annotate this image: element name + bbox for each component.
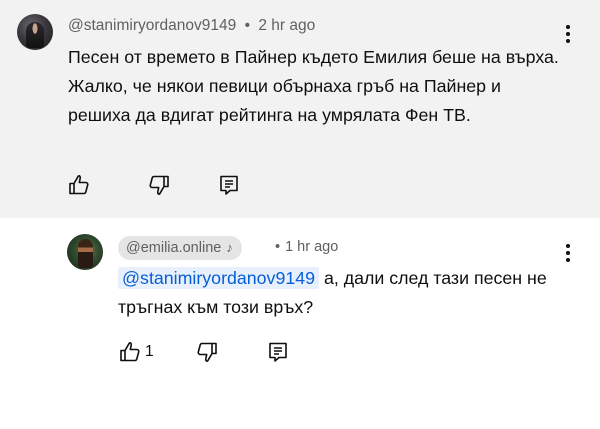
avatar[interactable] (67, 234, 103, 270)
author-handle: @emilia.online (126, 240, 222, 256)
comment-timestamp[interactable]: 2 hr ago (258, 17, 315, 34)
comment-text: @stanimiryordanov9149 а, дали след тази … (118, 264, 558, 322)
highlighted-comment: @stanimiryordanov9149 • 2 hr ago Песен о… (0, 0, 600, 218)
thumbs-down-icon[interactable] (195, 340, 219, 364)
thumbs-down-icon[interactable] (147, 173, 171, 197)
more-vert-icon[interactable] (558, 241, 578, 265)
avatar-image (78, 239, 93, 268)
avatar[interactable] (17, 14, 53, 50)
author-handle[interactable]: @stanimiryordanov9149 (68, 17, 236, 34)
thumbs-up-icon[interactable] (118, 340, 142, 364)
mention-link[interactable]: @stanimiryordanov9149 (118, 267, 319, 289)
comments-thread: @stanimiryordanov9149 • 2 hr ago Песен о… (0, 0, 600, 429)
separator-dot: • (275, 239, 281, 255)
separator-dot: • (244, 17, 250, 34)
music-note-icon: ♪ (226, 240, 233, 255)
author-chip[interactable]: @emilia.online ♪ (118, 236, 242, 260)
avatar-image (26, 22, 44, 48)
reply-comment-icon[interactable] (217, 173, 241, 197)
thumbs-up-icon[interactable] (67, 173, 91, 197)
comment-header: @stanimiryordanov9149 • 2 hr ago (68, 17, 315, 35)
like-count: 1 (145, 343, 154, 360)
reply-comment-icon[interactable] (266, 340, 290, 364)
comment-text: Песен от времето в Пайнер където Емилия … (68, 47, 559, 125)
comment-header: • 1 hr ago (275, 239, 338, 255)
comment-timestamp[interactable]: 1 hr ago (285, 239, 338, 255)
